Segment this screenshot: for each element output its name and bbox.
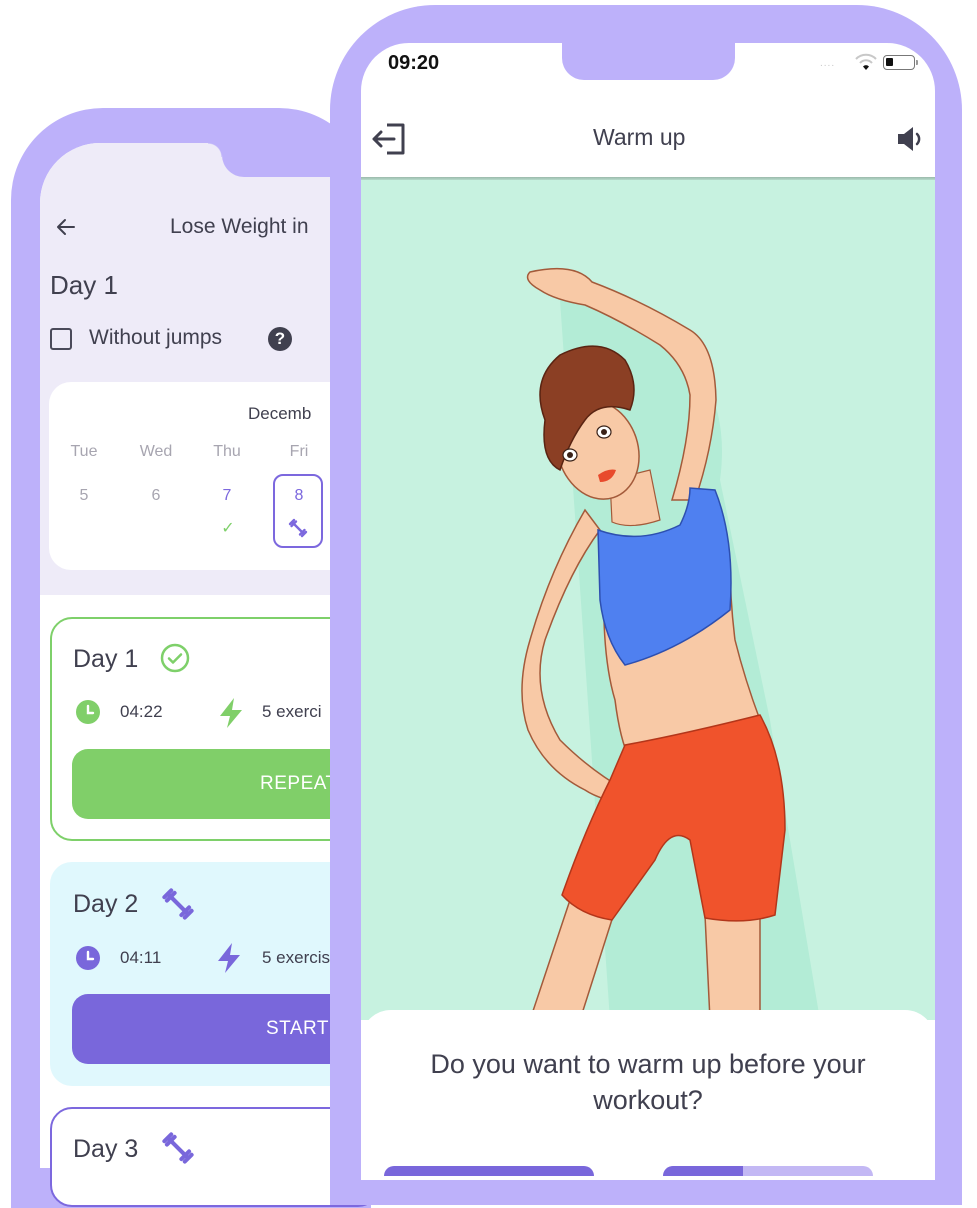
- back-button[interactable]: [54, 215, 78, 246]
- calendar-day-today[interactable]: 8: [279, 487, 319, 505]
- arrow-left-icon: [57, 219, 75, 235]
- day-exercise-count: 5 exercis: [262, 948, 331, 967]
- question-circle-icon[interactable]: ?: [268, 327, 292, 351]
- check-circle-icon: [160, 643, 190, 673]
- plan-title: Lose Weight in: [170, 215, 309, 238]
- battery-icon: [883, 55, 918, 70]
- without-jumps-checkbox[interactable]: [50, 328, 72, 350]
- current-day-heading: Day 1: [50, 270, 118, 300]
- start-button[interactable]: START: [72, 994, 362, 1064]
- screen-title: Warm up: [593, 124, 686, 150]
- calendar-day-done[interactable]: 7: [207, 487, 247, 505]
- exercise-illustration: [361, 180, 935, 1020]
- day-card-title: Day 1: [73, 645, 139, 673]
- without-jumps-label[interactable]: Without jumps: [89, 326, 222, 350]
- day-duration: 04:22: [120, 702, 163, 721]
- repeat-button[interactable]: REPEAT: [72, 749, 362, 819]
- day-card-title: Day 3: [73, 1135, 139, 1163]
- status-time: 09:20: [388, 52, 440, 74]
- wifi-icon: [855, 53, 877, 70]
- lightning-icon: [218, 943, 240, 973]
- calendar-dow: Fri: [289, 443, 309, 460]
- dumbbell-icon: [162, 888, 194, 920]
- day-card-title: Day 2: [73, 890, 139, 918]
- warmup-question: Do you want to warm up before your worko…: [430, 1049, 866, 1115]
- signal-icon: ....: [820, 58, 836, 69]
- clock-icon: [76, 946, 100, 970]
- clock-icon: [76, 700, 100, 724]
- calendar-dow: Thu: [213, 443, 241, 460]
- calendar-day[interactable]: 5: [64, 487, 104, 505]
- dumbbell-icon: [288, 518, 308, 538]
- calendar-dow: Wed: [139, 443, 173, 460]
- dumbbell-icon: [162, 1132, 194, 1164]
- day-duration: 04:11: [120, 948, 162, 967]
- woman-stretch-illustration: [521, 267, 820, 1020]
- exit-icon[interactable]: [370, 120, 410, 158]
- lightning-icon: [220, 698, 242, 728]
- calendar-dow: Tue: [70, 443, 98, 460]
- phone-notch-right: [562, 40, 735, 80]
- calendar-day[interactable]: 6: [136, 487, 176, 505]
- speaker-icon[interactable]: [896, 125, 928, 153]
- calendar-month: Decemb: [248, 404, 312, 423]
- day-exercise-count: 5 exerci: [262, 702, 322, 721]
- check-icon: ✓: [221, 520, 235, 537]
